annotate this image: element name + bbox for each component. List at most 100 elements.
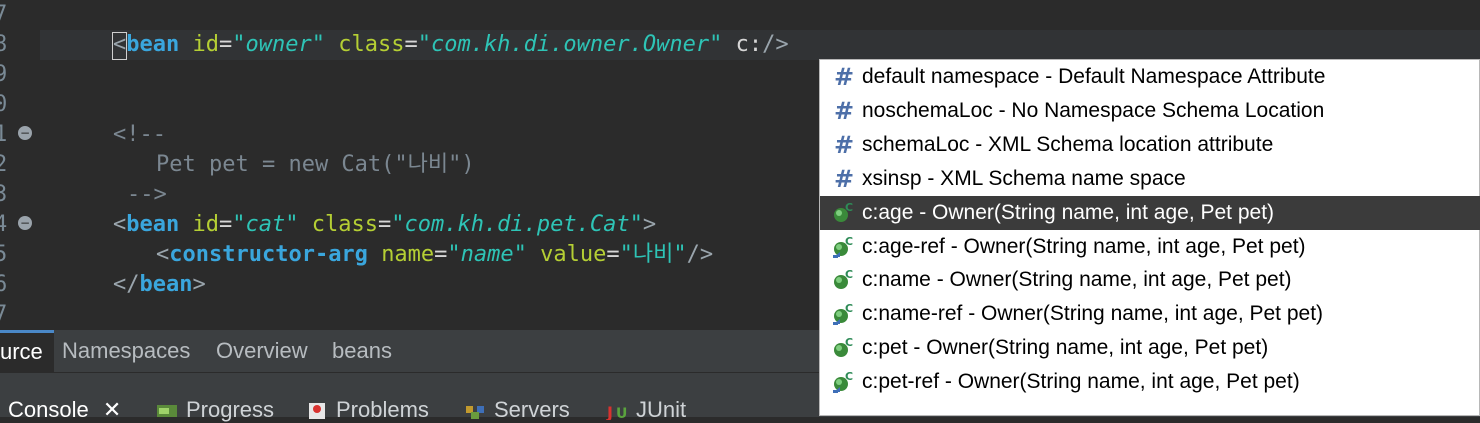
- quote: ": [619, 242, 633, 267]
- tab-label: beans: [332, 338, 392, 363]
- tab-label: urce: [0, 339, 43, 364]
- content-assist-item[interactable]: # xsinsp - XML Schema name space: [820, 162, 1480, 196]
- tab-progress[interactable]: Progress: [156, 397, 274, 423]
- tag-name: bean: [139, 272, 193, 297]
- equals-sign: =: [218, 32, 233, 57]
- problems-icon: [309, 403, 325, 420]
- attr-value: owner: [245, 32, 312, 57]
- tab-junit[interactable]: J U JUnit: [606, 397, 686, 423]
- comment-close: -->: [127, 182, 167, 207]
- attr-value: 나비: [632, 242, 674, 267]
- content-assist-item-label: c:name - Owner(String name, int age, Pet…: [862, 268, 1292, 292]
- tag-name: bean: [126, 212, 180, 237]
- tab-problems[interactable]: Problems: [306, 397, 429, 423]
- tag-close-bracket: >: [642, 212, 657, 237]
- line-number: 0: [0, 92, 8, 117]
- text-cursor: [112, 32, 127, 60]
- equals-sign: =: [434, 242, 448, 267]
- tag-open-bracket: </: [113, 272, 140, 297]
- view-label: Console: [8, 397, 89, 422]
- tab-console[interactable]: Console ✕: [8, 397, 121, 423]
- equals-sign: =: [606, 242, 620, 267]
- content-assist-item-label: c:name-ref - Owner(String name, int age,…: [862, 302, 1324, 326]
- quote: ": [417, 32, 431, 57]
- tab-label: Overview: [216, 338, 308, 363]
- line-number: 7: [0, 302, 8, 327]
- quote: ": [513, 242, 527, 267]
- tab-label: Namespaces: [62, 338, 191, 363]
- line-number: 1: [0, 122, 8, 147]
- equals-sign: =: [377, 212, 392, 237]
- code-line-bean-cat[interactable]: <bean id="cat" class="com.kh.di.pet.Cat"…: [113, 210, 656, 240]
- attr-name: id: [192, 32, 219, 57]
- attr-name: class: [338, 32, 405, 57]
- attr-name: name: [381, 242, 435, 267]
- tag-name: constructor-arg: [169, 242, 368, 267]
- content-assist-item[interactable]: Cc:age - Owner(String name, int age, Pet…: [820, 195, 1480, 230]
- svg-text:C: C: [845, 336, 853, 349]
- content-assist-item[interactable]: # schemaLoc - XML Schema location attribu…: [820, 128, 1480, 162]
- fold-collapse-icon[interactable]: −: [18, 126, 32, 140]
- quote: ": [232, 32, 246, 57]
- tab-namespaces[interactable]: Namespaces: [62, 330, 190, 372]
- partial-attr: c:: [735, 32, 763, 57]
- content-assist-item-label: c:pet-ref - Owner(String name, int age, …: [862, 370, 1300, 394]
- code-line-constructor-arg[interactable]: <constructor-arg name="name" value="나비"/…: [156, 240, 713, 270]
- close-icon[interactable]: ✕: [103, 397, 121, 422]
- progress-icon: [157, 405, 177, 418]
- line-number: 3: [0, 182, 8, 207]
- junit-icon: JU: [606, 403, 627, 420]
- quote: ": [391, 212, 405, 237]
- hash-icon: #: [834, 63, 855, 91]
- content-assist-item[interactable]: Cc:name - Owner(String name, int age, Pe…: [820, 263, 1480, 297]
- svg-text:U: U: [616, 406, 627, 420]
- tab-source[interactable]: urce: [0, 330, 54, 375]
- tag-close-bracket: />: [686, 242, 714, 267]
- tab-beans[interactable]: beans: [332, 330, 392, 372]
- constructor-ref-icon: C: [832, 235, 856, 259]
- content-assist-popup[interactable]: # default namespace - Default Namespace A…: [819, 59, 1480, 416]
- content-assist-item-label: c:age - Owner(String name, int age, Pet …: [862, 200, 1275, 224]
- line-number: 9: [0, 62, 8, 87]
- comment-body: Pet pet = new Cat("나비"): [156, 152, 475, 177]
- content-assist-item[interactable]: Cc:name-ref - Owner(String name, int age…: [820, 297, 1480, 331]
- svg-text:J: J: [606, 403, 613, 420]
- tab-overview[interactable]: Overview: [216, 330, 308, 372]
- tab-servers[interactable]: Servers: [464, 397, 570, 423]
- constructor-arg-icon: C: [832, 336, 856, 360]
- quote: ": [285, 212, 299, 237]
- svg-text:C: C: [845, 370, 853, 383]
- view-label: Progress: [186, 397, 275, 422]
- content-assist-item[interactable]: Cc:pet-ref - Owner(String name, int age,…: [820, 365, 1480, 399]
- code-line-bean-owner[interactable]: <bean id="owner" class="com.kh.di.owner.…: [113, 30, 789, 60]
- view-label: Servers: [494, 397, 570, 422]
- content-assist-item[interactable]: Cc:pet - Owner(String name, int age, Pet…: [820, 331, 1480, 365]
- view-label: Problems: [336, 397, 429, 422]
- quote: ": [709, 32, 723, 57]
- content-assist-item-label: schemaLoc - XML Schema location attribut…: [862, 132, 1274, 156]
- code-line-bean-end[interactable]: </bean>: [113, 270, 206, 300]
- content-assist-item[interactable]: # noschemaLoc - No Namespace Schema Locat…: [820, 94, 1480, 128]
- hash-icon: #: [834, 164, 855, 193]
- content-assist-item-label: noschemaLoc - No Namespace Schema Locati…: [862, 98, 1325, 122]
- servers-icon: [466, 406, 484, 420]
- tag-close-bracket: />: [762, 32, 789, 57]
- tag-open-bracket: <: [156, 242, 170, 267]
- content-assist-item[interactable]: Cc:age-ref - Owner(String name, int age,…: [820, 230, 1480, 264]
- content-assist-item[interactable]: # default namespace - Default Namespace A…: [820, 60, 1480, 94]
- quote: ": [311, 32, 325, 57]
- hash-icon: #: [834, 130, 855, 159]
- attr-name: id: [192, 212, 219, 237]
- attr-value: com.kh.di.owner.Owner: [430, 32, 710, 57]
- svg-text:C: C: [845, 201, 853, 214]
- line-number: 7: [0, 2, 8, 27]
- content-assist-item-label: c:age-ref - Owner(String name, int age, …: [862, 234, 1306, 258]
- hash-icon: #: [834, 96, 855, 125]
- line-number: 2: [0, 152, 8, 177]
- fold-collapse-icon[interactable]: −: [18, 216, 32, 230]
- content-assist-item-label: default namespace - Default Namespace At…: [862, 65, 1326, 88]
- constructor-arg-icon: C: [832, 268, 856, 292]
- quote: ": [232, 212, 246, 237]
- line-number: 4: [0, 212, 8, 237]
- svg-text:C: C: [845, 235, 853, 248]
